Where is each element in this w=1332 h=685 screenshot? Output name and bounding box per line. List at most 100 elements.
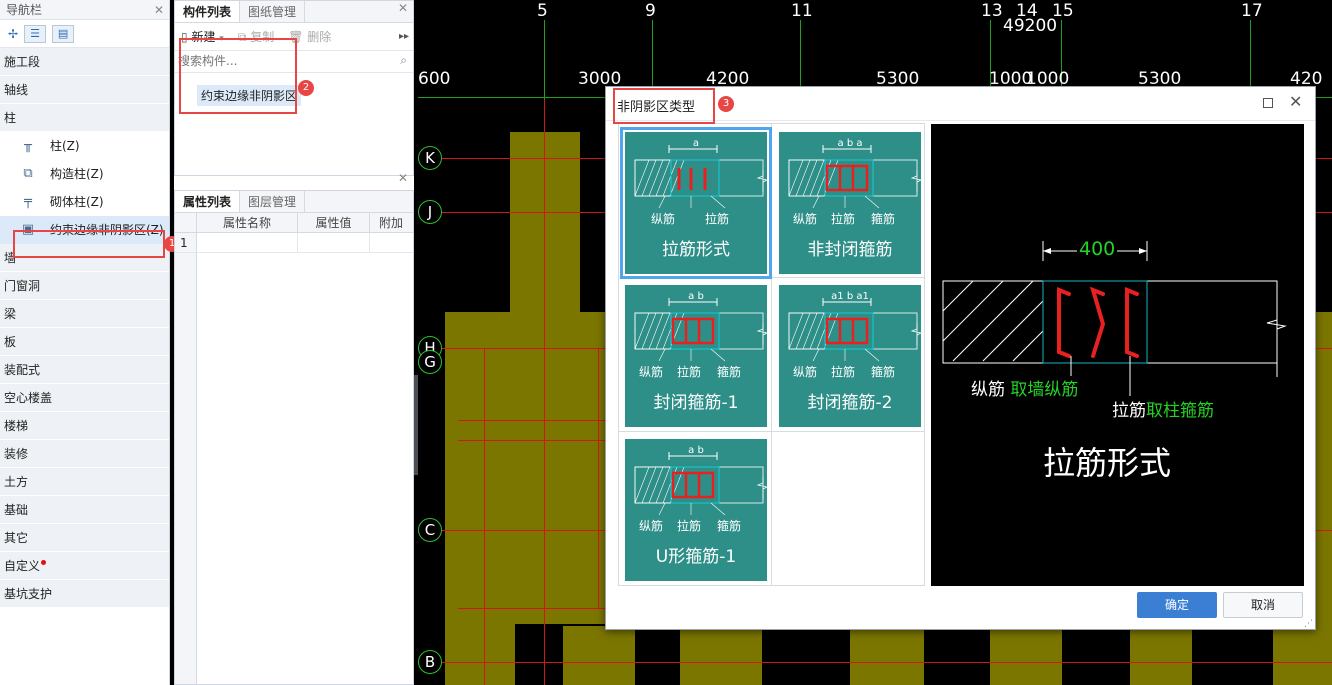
nav-category-axis[interactable]: 轴线 [0, 76, 169, 104]
card-closed-stirrup-2[interactable]: a1 b a1 纵筋 拉筋 箍筋 封闭箍筋-2 [779, 285, 921, 427]
card-open-stirrup[interactable]: a b a 纵筋 拉筋 箍筋 非封闭箍筋 [779, 132, 921, 274]
nav-category-stairs[interactable]: 楼梯 [0, 412, 169, 440]
nav-category-earthwork[interactable]: 土方 [0, 468, 169, 496]
navigation-panel-title: 导航栏 ✕ [0, 0, 169, 20]
property-extra-cell[interactable] [370, 233, 412, 252]
resize-grip-icon[interactable]: ⋰ [1304, 619, 1313, 629]
property-name-cell[interactable] [197, 233, 298, 252]
property-list-panel: 属性列表 图层管理 ✕ 属性名称 属性值 附加 1 [174, 171, 414, 685]
ok-button[interactable]: 确定 [1137, 592, 1217, 618]
table-row[interactable]: 1 [175, 233, 413, 253]
axis-label-circle: C [418, 518, 442, 542]
axis-label-circle: B [418, 650, 442, 674]
nav-category-other[interactable]: 其它 [0, 524, 169, 552]
card-part-label: 纵筋 [793, 212, 818, 226]
list-view-icon[interactable]: ☰ [24, 24, 47, 43]
axis-number: 9 [645, 1, 656, 21]
grid-red-line [544, 100, 545, 685]
longitudinal-source-text: 取墙纵筋 [1010, 380, 1079, 400]
card-title: U形箍筋-1 [655, 547, 737, 567]
axis-line [544, 20, 545, 100]
grid-red-line [484, 348, 485, 685]
nav-category-custom[interactable]: 自定义 [0, 552, 169, 580]
column-header: 属性名称 [197, 213, 298, 232]
preview-panel: 400 纵筋 取墙纵筋 拉筋取柱箍筋 拉筋形式 [931, 124, 1304, 586]
step-badge-2: 2 [298, 80, 314, 96]
nav-category-door-window[interactable]: 门窗洞 [0, 272, 169, 300]
masonry-column-icon: ╤ [24, 194, 32, 209]
navigation-panel: 导航栏 ✕ ✢ ☰ ▤ 施工段 轴线 柱 ╥ 柱(Z) ⧉ 构造柱(Z) ╤ 砌体柱(… [0, 0, 170, 685]
property-tabs: 属性列表 图层管理 ✕ [175, 171, 413, 213]
axis-number: 5 [537, 1, 548, 21]
nav-title-text: 导航栏 [6, 3, 43, 17]
nav-category-foundation[interactable]: 基础 [0, 496, 169, 524]
delete-button-label: 删除 [307, 30, 332, 44]
nav-category-beam[interactable]: 梁 [0, 300, 169, 328]
nav-item-label: 构造柱(Z) [50, 167, 104, 181]
nav-category-pit-support[interactable]: 基坑支护 [0, 580, 169, 608]
search-icon[interactable]: ⌕ [400, 53, 407, 68]
nav-category-hollow-floor[interactable]: 空心楼盖 [0, 384, 169, 412]
nav-item-column[interactable]: ╥ 柱(Z) [0, 132, 169, 160]
card-closed-stirrup-1[interactable]: a b 纵筋 拉筋 箍筋 封闭箍筋-1 [625, 285, 767, 427]
card-part-label: 纵筋 [639, 365, 664, 379]
card-dimension-label: a b [688, 291, 704, 302]
card-dimension-label: a b a [837, 138, 863, 149]
close-icon[interactable]: ✕ [398, 1, 408, 15]
non-shadow-zone-type-dialog: 非阴影区类型 ✕ a 纵筋 拉筋 拉筋形式 a b a 纵筋 拉筋 箍筋 非封闭箍筋 a b 纵筋拉… [605, 86, 1316, 630]
card-part-label: 箍筋 [717, 519, 742, 533]
preview-dimension: 400 [1077, 238, 1118, 260]
grid-red-line [458, 420, 618, 421]
axis-label-circle: J [418, 200, 442, 224]
card-part-label: 箍筋 [871, 212, 896, 226]
nav-category-column[interactable]: 柱 [0, 104, 169, 132]
row-number-header [175, 213, 197, 232]
detail-view-icon[interactable]: ▤ [52, 24, 75, 43]
close-icon[interactable]: ✕ [398, 171, 408, 185]
tab-drawing-management[interactable]: 图纸管理 [240, 1, 306, 22]
tab-property-list[interactable]: 属性列表 [175, 191, 241, 212]
notification-dot [41, 560, 46, 565]
drawing-block [680, 630, 762, 685]
axis-number: 17 [1241, 1, 1263, 21]
tab-component-list[interactable]: 构件列表 [175, 1, 241, 22]
close-icon[interactable]: ✕ [1289, 92, 1302, 111]
card-u-stirrup-1[interactable]: a b 纵筋 拉筋 箍筋 U形箍筋-1 [625, 439, 767, 581]
column-header: 属性值 [298, 213, 370, 232]
grid-red-line [458, 608, 618, 609]
grid-red-line [418, 662, 1332, 663]
step-badge-3: 3 [718, 96, 734, 112]
highlight-box-2 [179, 38, 297, 114]
row-number: 1 [175, 233, 197, 252]
nav-item-label: 砌体柱(Z) [50, 195, 104, 209]
nav-category-prefab[interactable]: 装配式 [0, 356, 169, 384]
drawing-block [445, 624, 515, 685]
axis-label-circle: K [418, 146, 442, 170]
card-tie-form[interactable]: a 纵筋 拉筋 拉筋形式 [620, 127, 772, 279]
column-header: 附加 [378, 216, 403, 230]
more-icon[interactable]: ▸▸ [399, 31, 409, 42]
cancel-button[interactable]: 取消 [1223, 592, 1303, 618]
dimension-value: 600 [418, 69, 451, 89]
property-value-cell[interactable] [298, 233, 370, 252]
nav-category-construction-segment[interactable]: 施工段 [0, 48, 169, 76]
pin-icon[interactable]: ✢ [8, 27, 18, 41]
nav-category-decoration[interactable]: 装修 [0, 440, 169, 468]
close-icon[interactable]: ✕ [154, 0, 164, 20]
card-title: 封闭箍筋-2 [807, 393, 893, 413]
card-part-label: 箍筋 [871, 365, 896, 379]
longitudinal-bar-text: 纵筋 [971, 380, 1005, 400]
card-part-label: 箍筋 [717, 365, 742, 379]
maximize-icon[interactable] [1263, 98, 1273, 108]
nav-item-masonry-column[interactable]: ╤ 砌体柱(Z) [0, 188, 169, 216]
drawing-block [510, 132, 580, 312]
card-part-label: 拉筋 [831, 212, 856, 226]
nav-category-slab[interactable]: 板 [0, 328, 169, 356]
card-part-label: 纵筋 [793, 365, 818, 379]
preview-tie-label: 拉筋取柱箍筋 [1112, 396, 1214, 421]
card-part-label: 纵筋 [651, 212, 676, 226]
tab-layer-management[interactable]: 图层管理 [240, 191, 306, 212]
nav-category-custom-label: 自定义 [4, 559, 41, 573]
highlight-box-1 [13, 230, 165, 258]
nav-item-constructional-column[interactable]: ⧉ 构造柱(Z) [0, 160, 169, 188]
